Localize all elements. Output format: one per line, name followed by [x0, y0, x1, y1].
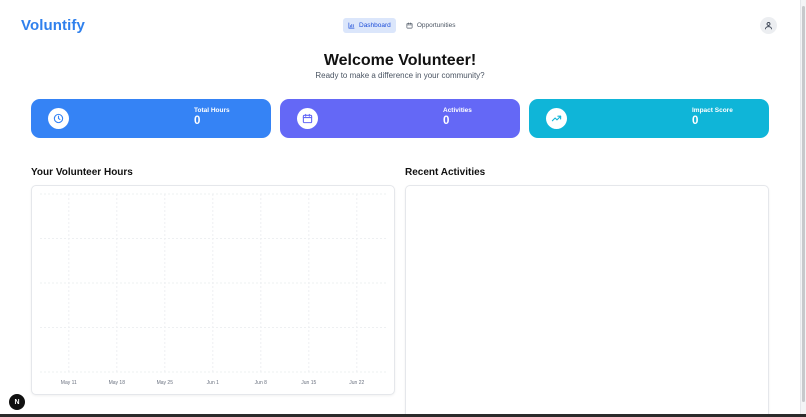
stat-card-impact-score: Impact Score 0	[529, 99, 769, 138]
clock-icon	[53, 113, 64, 124]
recent-activities-list	[405, 185, 769, 417]
x-tick-label: Jun 22	[349, 380, 364, 386]
stat-label: Total Hours	[194, 107, 230, 114]
trending-up-icon	[551, 115, 562, 122]
calendar-icon	[302, 113, 313, 124]
stat-card-activities: Activities 0	[280, 99, 520, 138]
user-avatar-button[interactable]	[760, 17, 777, 34]
volunteer-hours-chart: May 11 May 18 May 25 Jun 1 Jun 8 Jun 15 Jun 22…	[31, 185, 395, 395]
page-scrollbar[interactable]	[800, 0, 806, 417]
bar-chart-icon	[348, 22, 355, 29]
stat-icon-wrapper	[48, 108, 69, 129]
stat-value: 0	[194, 115, 201, 127]
stat-icon-wrapper	[297, 108, 318, 129]
x-tick-label: May 18	[109, 380, 126, 386]
stat-icon-wrapper	[546, 108, 567, 129]
x-tick-label: Jun 15	[301, 380, 316, 386]
app-logo[interactable]: Voluntify	[21, 17, 85, 34]
stat-card-total-hours: Total Hours 0	[31, 99, 271, 138]
main-nav: Dashboard Opportunities	[343, 18, 460, 33]
nav-opportunities[interactable]: Opportunities	[401, 18, 461, 33]
nav-dashboard[interactable]: Dashboard	[343, 18, 396, 33]
user-icon	[765, 22, 772, 30]
activities-section-title: Recent Activities	[405, 167, 486, 178]
stat-label: Impact Score	[692, 107, 733, 114]
page-title: Welcome Volunteer!	[323, 52, 477, 69]
page-subtitle: Ready to make a difference in your commu…	[315, 71, 485, 80]
x-tick-label: Jun 8	[255, 380, 267, 386]
app-header: Voluntify Dashboard Opportunities	[0, 0, 800, 52]
scrollbar-thumb[interactable]	[802, 6, 805, 402]
hours-section-title: Your Volunteer Hours	[31, 167, 133, 178]
welcome-section: Welcome Volunteer! Ready to make a diffe…	[0, 52, 800, 80]
hours-chart-svg: May 11 May 18 May 25 Jun 1 Jun 8 Jun 15 Jun 22…	[40, 193, 388, 386]
x-tick-label: Jun 1	[207, 380, 219, 386]
stat-label: Activities	[443, 107, 472, 114]
stat-value: 0	[443, 115, 450, 127]
stat-text: Activities 0	[383, 107, 503, 127]
x-tick-label: May 25	[157, 380, 174, 386]
nav-opportunities-label: Opportunities	[416, 22, 456, 29]
calendar-icon	[406, 22, 413, 29]
stat-text: Total Hours 0	[134, 107, 254, 127]
badge-label: N	[14, 398, 20, 406]
next-dev-badge[interactable]: N	[9, 394, 25, 410]
stat-text: Impact Score 0	[632, 107, 752, 127]
x-tick-label: May 11	[61, 380, 77, 386]
nav-dashboard-label: Dashboard	[359, 22, 391, 29]
stat-value: 0	[692, 115, 699, 127]
